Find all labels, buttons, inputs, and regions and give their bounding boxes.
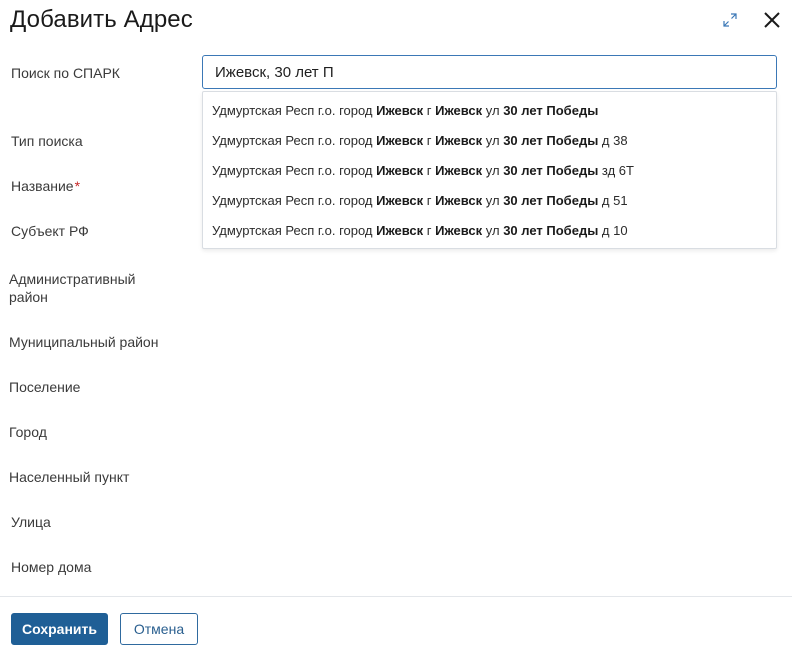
suggestion-match: Ижевск	[376, 163, 424, 178]
suggestion-match: Ижевск	[435, 163, 483, 178]
label-municipal-district: Муниципальный район	[9, 334, 159, 350]
suggestion-text: г	[423, 103, 436, 118]
suggestion-item[interactable]: Удмуртская Респ г.о. город Ижевск г Ижев…	[203, 156, 776, 186]
suggestion-text: ул	[482, 193, 504, 208]
suggestion-text: г	[423, 223, 436, 238]
suggestion-match: 30 лет Победы	[503, 193, 599, 208]
suggestion-match: Ижевск	[435, 103, 483, 118]
suggestion-suffix: д 51	[598, 193, 628, 208]
suggestion-text: ул	[482, 103, 504, 118]
suggestion-text: ул	[482, 163, 504, 178]
suggestion-text: г	[423, 133, 436, 148]
suggestion-item[interactable]: Удмуртская Респ г.о. город Ижевск г Ижев…	[203, 126, 776, 156]
save-button[interactable]: Сохранить	[11, 613, 108, 645]
expand-button[interactable]	[720, 10, 740, 30]
label-city: Город	[9, 424, 47, 440]
suggestion-item[interactable]: Удмуртская Респ г.о. город Ижевск г Ижев…	[203, 186, 776, 216]
suggestion-prefix: Удмуртская Респ г.о. город	[212, 193, 377, 208]
suggestion-prefix: Удмуртская Респ г.о. город	[212, 163, 377, 178]
label-name: Название*	[11, 177, 80, 195]
label-settlement: Поселение	[9, 379, 81, 395]
suggestion-item[interactable]: Удмуртская Респ г.о. город Ижевск г Ижев…	[203, 96, 776, 126]
spark-search-input[interactable]	[202, 55, 777, 89]
expand-icon	[723, 13, 737, 27]
suggestion-prefix: Удмуртская Респ г.о. город	[212, 133, 377, 148]
suggestion-match: Ижевск	[376, 103, 424, 118]
suggestion-match: Ижевск	[435, 223, 483, 238]
suggestion-suffix: д 38	[598, 133, 628, 148]
suggestion-match: Ижевск	[376, 223, 424, 238]
suggestion-item[interactable]: Удмуртская Респ г.о. город Ижевск г Ижев…	[203, 216, 776, 246]
suggestion-text: ул	[482, 133, 504, 148]
suggestion-match: 30 лет Победы	[503, 103, 599, 118]
suggestion-text: г	[423, 163, 436, 178]
suggestion-text: г	[423, 193, 436, 208]
close-button[interactable]	[760, 8, 784, 32]
suggestion-match: Ижевск	[376, 193, 424, 208]
suggestion-match: Ижевск	[435, 133, 483, 148]
suggestion-match: 30 лет Победы	[503, 133, 599, 148]
suggestion-match: 30 лет Победы	[503, 223, 599, 238]
label-house-number: Номер дома	[11, 559, 92, 575]
label-locality: Населенный пункт	[9, 469, 130, 485]
cancel-button[interactable]: Отмена	[120, 613, 198, 645]
suggestion-prefix: Удмуртская Респ г.о. город	[212, 103, 377, 118]
footer-divider	[0, 596, 792, 597]
dialog-title: Добавить Адрес	[10, 6, 193, 33]
suggestion-match: Ижевск	[376, 133, 424, 148]
label-name-text: Название	[11, 178, 74, 194]
label-subject: Субъект РФ	[11, 223, 89, 239]
suggestion-match: 30 лет Победы	[503, 163, 599, 178]
suggestion-match: Ижевск	[435, 193, 483, 208]
label-spark-search: Поиск по СПАРК	[11, 65, 120, 81]
suggestion-prefix: Удмуртская Респ г.о. город	[212, 223, 377, 238]
suggestion-text: ул	[482, 223, 504, 238]
label-search-type: Тип поиска	[11, 133, 83, 149]
suggestion-suffix: зд 6Т	[598, 163, 634, 178]
label-street: Улица	[11, 514, 51, 530]
close-icon	[764, 12, 780, 28]
suggestions-dropdown: Удмуртская Респ г.о. город Ижевск г Ижев…	[202, 91, 777, 249]
label-admin-district: Административный район	[9, 271, 136, 305]
suggestion-suffix: д 10	[598, 223, 628, 238]
required-mark: *	[74, 178, 81, 194]
